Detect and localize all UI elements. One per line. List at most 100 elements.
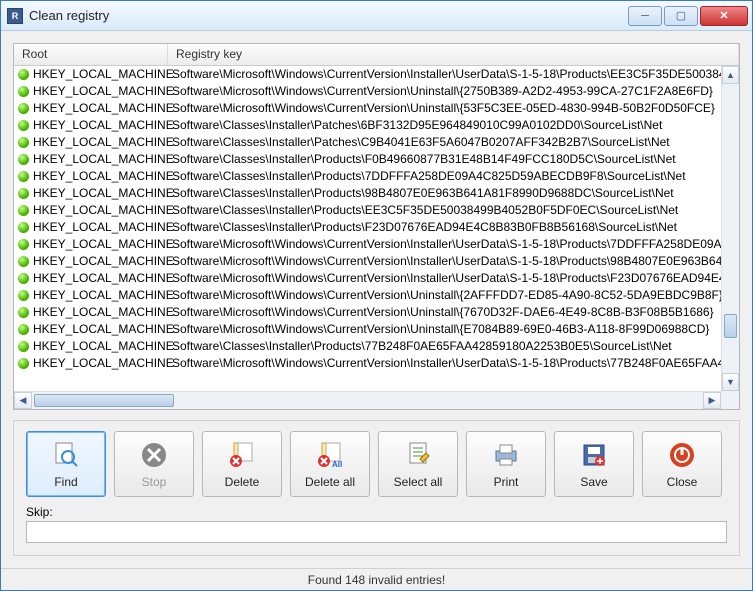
cell-key: Software\Classes\Installer\Products\EE3C… — [168, 202, 721, 219]
minimize-button[interactable]: ─ — [628, 6, 662, 26]
power-icon — [666, 439, 698, 471]
table-row[interactable]: HKEY_LOCAL_MACHINESoftware\Microsoft\Win… — [14, 66, 721, 83]
table-row[interactable]: HKEY_LOCAL_MACHINESoftware\Classes\Insta… — [14, 185, 721, 202]
cell-key: Software\Microsoft\Windows\CurrentVersio… — [168, 287, 721, 304]
scroll-down-icon[interactable]: ▼ — [722, 373, 739, 391]
table-row[interactable]: HKEY_LOCAL_MACHINESoftware\Classes\Insta… — [14, 202, 721, 219]
column-root[interactable]: Root — [14, 44, 168, 65]
cell-key: Software\Microsoft\Windows\CurrentVersio… — [168, 83, 721, 100]
cell-key: Software\Classes\Installer\Products\7DDF… — [168, 168, 721, 185]
status-bullet-icon — [18, 358, 29, 369]
scroll-left-icon[interactable]: ◀ — [14, 392, 32, 409]
titlebar: R Clean registry ─ ▢ ✕ — [1, 1, 752, 31]
cell-root: HKEY_LOCAL_MACHINE — [14, 270, 168, 287]
table-row[interactable]: HKEY_LOCAL_MACHINESoftware\Microsoft\Win… — [14, 270, 721, 287]
status-bullet-icon — [18, 324, 29, 335]
delete-all-label: Delete all — [305, 475, 355, 489]
status-bullet-icon — [18, 341, 29, 352]
close-button[interactable]: Close — [642, 431, 722, 497]
table-row[interactable]: HKEY_LOCAL_MACHINESoftware\Classes\Insta… — [14, 219, 721, 236]
root-text: HKEY_LOCAL_MACHINE — [33, 236, 174, 253]
close-label: Close — [667, 475, 698, 489]
caption-buttons: ─ ▢ ✕ — [626, 6, 748, 26]
vertical-scrollbar[interactable]: ▲ ▼ — [721, 66, 739, 391]
cell-key: Software\Classes\Installer\Products\F0B4… — [168, 151, 721, 168]
cell-root: HKEY_LOCAL_MACHINE — [14, 185, 168, 202]
delete-all-icon: All — [314, 439, 346, 471]
table-row[interactable]: HKEY_LOCAL_MACHINESoftware\Microsoft\Win… — [14, 287, 721, 304]
delete-button[interactable]: Delete — [202, 431, 282, 497]
close-window-button[interactable]: ✕ — [700, 6, 748, 26]
svg-text:All: All — [332, 460, 342, 469]
skip-section: Skip: — [26, 505, 727, 543]
root-text: HKEY_LOCAL_MACHINE — [33, 338, 174, 355]
delete-icon — [226, 439, 258, 471]
app-icon: R — [7, 8, 23, 24]
cell-root: HKEY_LOCAL_MACHINE — [14, 83, 168, 100]
table-row[interactable]: HKEY_LOCAL_MACHINESoftware\Microsoft\Win… — [14, 304, 721, 321]
statusbar: Found 148 invalid entries! — [1, 568, 752, 590]
cell-root: HKEY_LOCAL_MACHINE — [14, 202, 168, 219]
column-key[interactable]: Registry key — [168, 44, 739, 65]
maximize-button[interactable]: ▢ — [664, 6, 698, 26]
cell-root: HKEY_LOCAL_MACHINE — [14, 117, 168, 134]
table-row[interactable]: HKEY_LOCAL_MACHINESoftware\Classes\Insta… — [14, 134, 721, 151]
delete-all-button[interactable]: All Delete all — [290, 431, 370, 497]
root-text: HKEY_LOCAL_MACHINE — [33, 66, 174, 83]
cell-key: Software\Microsoft\Windows\CurrentVersio… — [168, 321, 721, 338]
cell-key: Software\Microsoft\Windows\CurrentVersio… — [168, 100, 721, 117]
scroll-up-icon[interactable]: ▲ — [722, 66, 739, 84]
cell-key: Software\Microsoft\Windows\CurrentVersio… — [168, 236, 721, 253]
skip-input[interactable] — [26, 521, 727, 543]
cell-root: HKEY_LOCAL_MACHINE — [14, 100, 168, 117]
bottom-panel: Find Stop Delete All — [13, 420, 740, 556]
hscroll-thumb[interactable] — [34, 394, 174, 407]
cell-root: HKEY_LOCAL_MACHINE — [14, 134, 168, 151]
scroll-corner — [721, 391, 739, 409]
cell-key: Software\Microsoft\Windows\CurrentVersio… — [168, 304, 721, 321]
root-text: HKEY_LOCAL_MACHINE — [33, 355, 174, 372]
root-text: HKEY_LOCAL_MACHINE — [33, 151, 174, 168]
table-row[interactable]: HKEY_LOCAL_MACHINESoftware\Microsoft\Win… — [14, 355, 721, 372]
cell-root: HKEY_LOCAL_MACHINE — [14, 168, 168, 185]
cell-root: HKEY_LOCAL_MACHINE — [14, 236, 168, 253]
table-row[interactable]: HKEY_LOCAL_MACHINESoftware\Classes\Insta… — [14, 168, 721, 185]
list-header: Root Registry key — [14, 44, 739, 66]
list-body: HKEY_LOCAL_MACHINESoftware\Microsoft\Win… — [14, 66, 739, 409]
cell-root: HKEY_LOCAL_MACHINE — [14, 151, 168, 168]
root-text: HKEY_LOCAL_MACHINE — [33, 202, 174, 219]
scroll-right-icon[interactable]: ▶ — [703, 392, 721, 409]
status-bullet-icon — [18, 256, 29, 267]
cell-key: Software\Classes\Installer\Products\98B4… — [168, 185, 721, 202]
status-bullet-icon — [18, 290, 29, 301]
table-row[interactable]: HKEY_LOCAL_MACHINESoftware\Classes\Insta… — [14, 338, 721, 355]
select-all-icon — [402, 439, 434, 471]
cell-key: Software\Classes\Installer\Products\F23D… — [168, 219, 721, 236]
table-row[interactable]: HKEY_LOCAL_MACHINESoftware\Microsoft\Win… — [14, 321, 721, 338]
print-button[interactable]: Print — [466, 431, 546, 497]
find-button[interactable]: Find — [26, 431, 106, 497]
status-bullet-icon — [18, 137, 29, 148]
select-all-button[interactable]: Select all — [378, 431, 458, 497]
skip-label: Skip: — [26, 505, 727, 519]
root-text: HKEY_LOCAL_MACHINE — [33, 100, 174, 117]
stop-icon — [138, 439, 170, 471]
toolbar: Find Stop Delete All — [26, 431, 727, 497]
root-text: HKEY_LOCAL_MACHINE — [33, 321, 174, 338]
table-row[interactable]: HKEY_LOCAL_MACHINESoftware\Microsoft\Win… — [14, 83, 721, 100]
vscroll-thumb[interactable] — [724, 314, 737, 338]
status-text: Found 148 invalid entries! — [308, 573, 445, 587]
magnifier-icon — [50, 439, 82, 471]
save-button[interactable]: Save — [554, 431, 634, 497]
table-row[interactable]: HKEY_LOCAL_MACHINESoftware\Classes\Insta… — [14, 151, 721, 168]
table-row[interactable]: HKEY_LOCAL_MACHINESoftware\Classes\Insta… — [14, 117, 721, 134]
printer-icon — [490, 439, 522, 471]
print-label: Print — [494, 475, 519, 489]
horizontal-scrollbar[interactable]: ◀ ▶ — [14, 391, 721, 409]
table-row[interactable]: HKEY_LOCAL_MACHINESoftware\Microsoft\Win… — [14, 236, 721, 253]
root-text: HKEY_LOCAL_MACHINE — [33, 270, 174, 287]
table-row[interactable]: HKEY_LOCAL_MACHINESoftware\Microsoft\Win… — [14, 100, 721, 117]
table-row[interactable]: HKEY_LOCAL_MACHINESoftware\Microsoft\Win… — [14, 253, 721, 270]
cell-key: Software\Microsoft\Windows\CurrentVersio… — [168, 253, 721, 270]
registry-list: Root Registry key HKEY_LOCAL_MACHINESoft… — [13, 43, 740, 410]
